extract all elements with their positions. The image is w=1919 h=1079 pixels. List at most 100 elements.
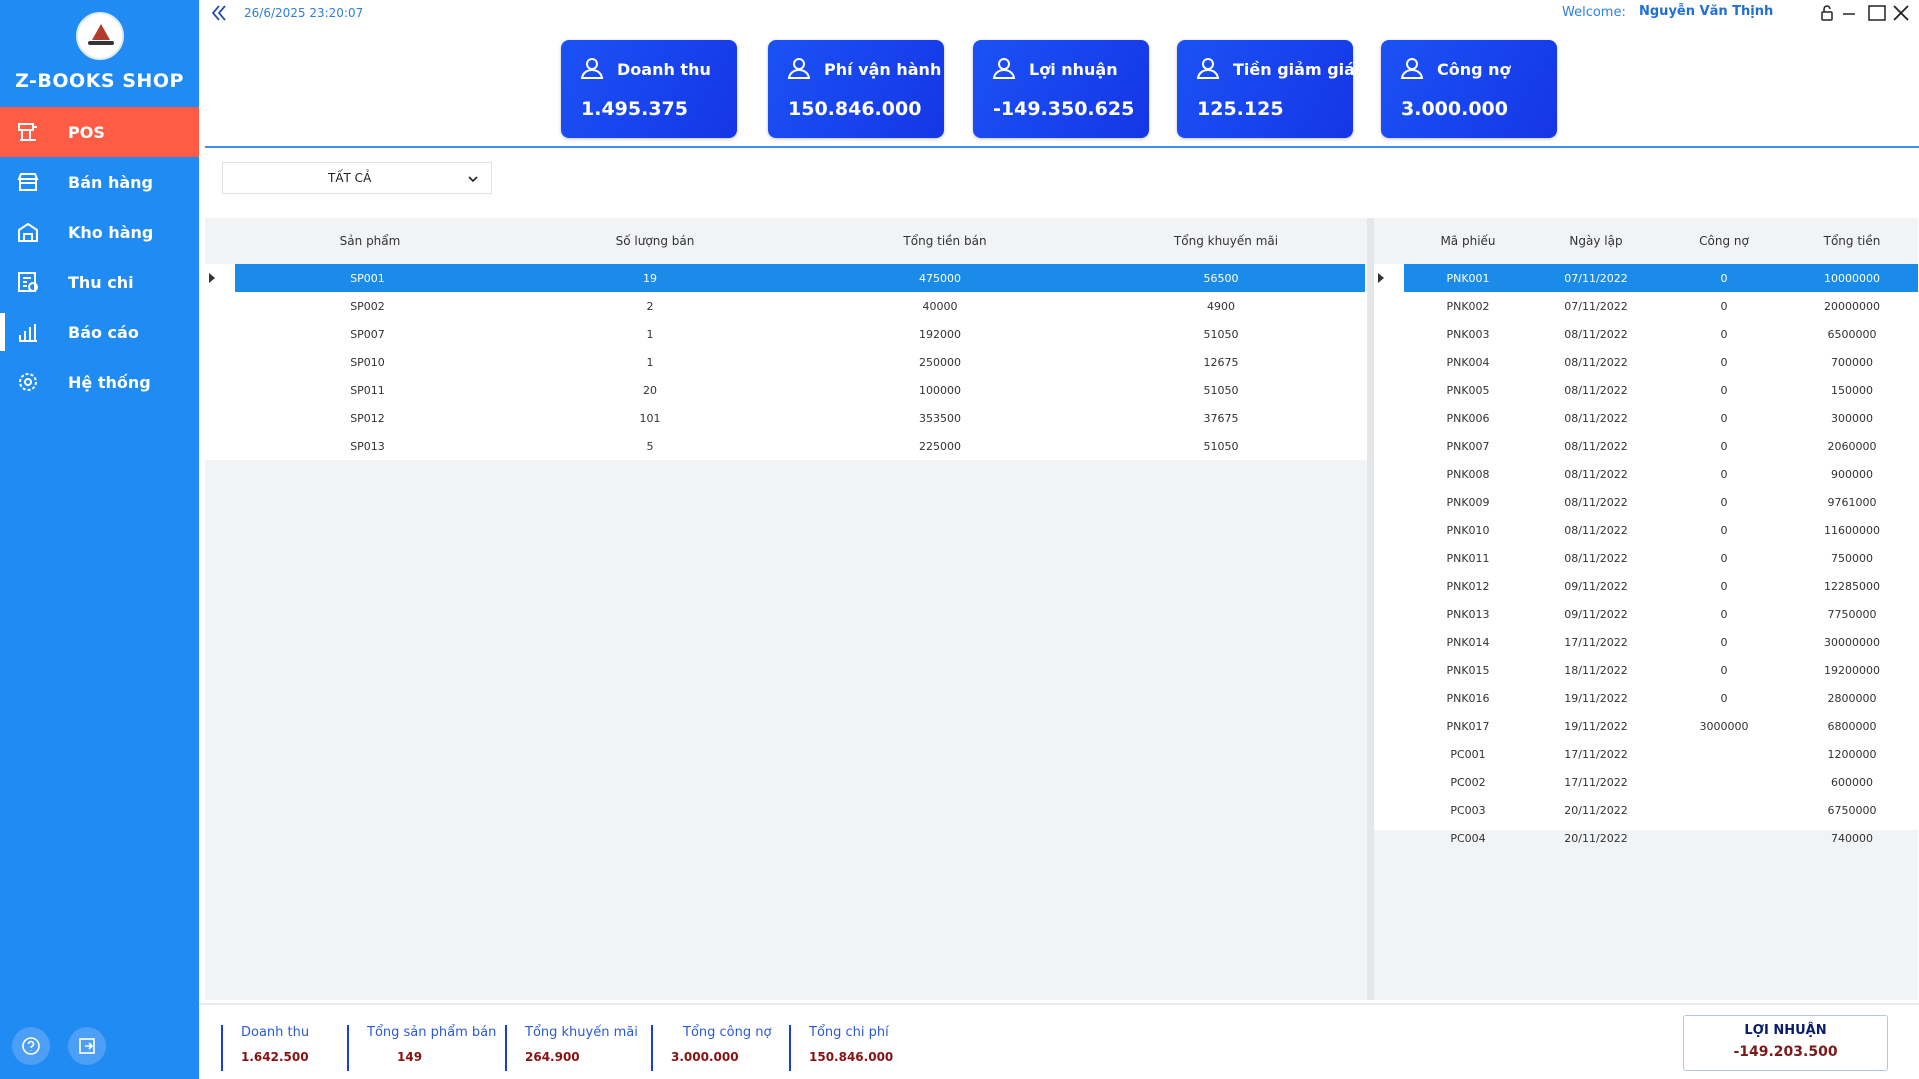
column-header[interactable]: Ngày lập: [1532, 234, 1660, 248]
store-icon: [16, 170, 40, 194]
user-icon: [1400, 58, 1424, 79]
table-row[interactable]: PNK014 17/11/2022 0 30000000: [1374, 628, 1918, 656]
table-cell: 12285000: [1824, 579, 1880, 593]
table-cell: 11600000: [1824, 523, 1880, 537]
summary-label: Tổng chi phí: [809, 1025, 889, 1040]
sidebar-item-ban-hang[interactable]: Bán hàng: [0, 157, 199, 207]
row-cells: PNK005 08/11/2022 0 150000: [1404, 376, 1918, 404]
chevron-down-icon: [468, 176, 478, 183]
column-header[interactable]: Mã phiếu: [1404, 234, 1532, 248]
row-cells: PNK010 08/11/2022 0 11600000: [1404, 516, 1918, 544]
column-header[interactable]: Số lượng bán: [505, 234, 805, 248]
table-row[interactable]: SP010 1 250000 12675: [205, 348, 1367, 376]
table-cell: SP007: [350, 327, 385, 341]
table-cell: 40000: [922, 299, 958, 313]
panel-splitter[interactable]: [1367, 218, 1374, 1000]
column-header[interactable]: Tổng tiền: [1788, 234, 1916, 248]
table-row[interactable]: PNK002 07/11/2022 0 20000000: [1374, 292, 1918, 320]
sidebar-item-he-thong[interactable]: Hệ thống: [0, 357, 199, 407]
minimize-button[interactable]: [1839, 3, 1861, 23]
summary-label: Doanh thu: [241, 1025, 310, 1040]
table-row[interactable]: PNK016 19/11/2022 0 2800000: [1374, 684, 1918, 712]
table-row[interactable]: PC002 17/11/2022 600000: [1374, 768, 1918, 796]
kpi-card-loi-nhuan: Lợi nhuận -149.350.625: [973, 40, 1149, 138]
table-row[interactable]: PNK008 08/11/2022 0 900000: [1374, 460, 1918, 488]
table-cell: 250000: [919, 355, 961, 369]
maximize-button[interactable]: [1867, 3, 1889, 23]
table-cell: 19200000: [1824, 663, 1880, 677]
table-row[interactable]: SP011 20 100000 51050: [205, 376, 1367, 404]
sidebar-item-bao-cao[interactable]: Báo cáo: [0, 307, 199, 357]
table-row[interactable]: PNK003 08/11/2022 0 6500000: [1374, 320, 1918, 348]
sidebar-item-label: Hệ thống: [68, 372, 151, 392]
table-row[interactable]: PC004 20/11/2022 740000: [1374, 824, 1918, 852]
row-cells: PNK007 08/11/2022 0 2060000: [1404, 432, 1918, 460]
table-header: Mã phiếu Ngày lập Công nợ Tổng tiền: [1374, 218, 1918, 264]
table-row[interactable]: PNK006 08/11/2022 0 300000: [1374, 404, 1918, 432]
column-header[interactable]: Tổng tiền bán: [805, 234, 1085, 248]
close-button[interactable]: [1891, 3, 1913, 23]
table-row[interactable]: PNK005 08/11/2022 0 150000: [1374, 376, 1918, 404]
column-header[interactable]: Sản phẩm: [235, 234, 505, 248]
profit-box: LỢI NHUẬN -149.203.500: [1683, 1015, 1888, 1071]
help-button[interactable]: [12, 1027, 50, 1065]
table-cell: 0: [1720, 271, 1728, 285]
row-cells: PNK012 09/11/2022 0 12285000: [1404, 572, 1918, 600]
logout-button[interactable]: [68, 1027, 106, 1065]
table-row[interactable]: PNK001 07/11/2022 0 10000000: [1374, 264, 1918, 292]
column-header[interactable]: Công nợ: [1660, 234, 1788, 248]
sidebar-item-kho-hang[interactable]: Kho hàng: [0, 207, 199, 257]
table-cell: 6500000: [1827, 327, 1877, 341]
table-cell: SP012: [350, 411, 385, 425]
table-row[interactable]: SP013 5 225000 51050: [205, 432, 1367, 460]
table-cell: 51050: [1203, 327, 1239, 341]
header-cells: Mã phiếu Ngày lập Công nợ Tổng tiền: [1404, 227, 1916, 255]
table-row[interactable]: PNK011 08/11/2022 0 750000: [1374, 544, 1918, 572]
table-cell: 08/11/2022: [1564, 551, 1628, 565]
table-row[interactable]: PNK007 08/11/2022 0 2060000: [1374, 432, 1918, 460]
table-row[interactable]: PNK009 08/11/2022 0 9761000: [1374, 488, 1918, 516]
back-button[interactable]: [209, 3, 229, 23]
kpi-card-phi-van-hanh: Phí vận hành 150.846.000: [768, 40, 944, 138]
sidebar-item-pos[interactable]: POS: [0, 107, 199, 157]
table-cell: 3000000: [1699, 719, 1749, 733]
table-cell: 353500: [919, 411, 961, 425]
table-row[interactable]: PC001 17/11/2022 1200000: [1374, 740, 1918, 768]
table-body: PNK001 07/11/2022 0 10000000 PNK002 07/11/202…: [1374, 264, 1918, 852]
table-cell: PNK001: [1446, 271, 1490, 285]
table-cell: 09/11/2022: [1564, 607, 1628, 621]
sidebar-bottom-actions: [12, 1027, 106, 1065]
table-body: SP001 19 475000 56500 SP002 2 40000 4900 SP007 1 1…: [205, 264, 1367, 460]
row-indicator-icon: [209, 273, 215, 283]
table-row[interactable]: PC003 20/11/2022 6750000: [1374, 796, 1918, 824]
table-row[interactable]: PNK017 19/11/2022 3000000 6800000: [1374, 712, 1918, 740]
table-row[interactable]: PNK013 09/11/2022 0 7750000: [1374, 600, 1918, 628]
table-row[interactable]: PNK004 08/11/2022 0 700000: [1374, 348, 1918, 376]
table-row[interactable]: SP002 2 40000 4900: [205, 292, 1367, 320]
table-cell: 07/11/2022: [1564, 299, 1628, 313]
kpi-card-cong-no: Công nợ 3.000.000: [1381, 40, 1557, 138]
table-cell: 6750000: [1827, 803, 1877, 817]
row-indicator-icon: [1378, 273, 1384, 283]
lock-button[interactable]: [1817, 3, 1839, 23]
table-cell: 0: [1720, 691, 1728, 705]
sidebar-item-label: Báo cáo: [68, 322, 139, 342]
table-row[interactable]: PNK012 09/11/2022 0 12285000: [1374, 572, 1918, 600]
summary-tong-cong-no: Tổng công nợ 3.000.000: [651, 1025, 771, 1071]
table-row[interactable]: SP007 1 192000 51050: [205, 320, 1367, 348]
sidebar-item-thu-chi[interactable]: Thu chi: [0, 257, 199, 307]
table-row[interactable]: SP001 19 475000 56500: [205, 264, 1367, 292]
table-cell: 7750000: [1827, 607, 1877, 621]
table-row[interactable]: SP012 101 353500 37675: [205, 404, 1367, 432]
table-cell: 20/11/2022: [1564, 803, 1628, 817]
table-cell: 150000: [1831, 383, 1873, 397]
table-row[interactable]: PNK015 18/11/2022 0 19200000: [1374, 656, 1918, 684]
filter-select[interactable]: TẤT CẢ: [222, 162, 492, 194]
double-chevron-left-icon: [211, 5, 226, 21]
row-cells: PNK017 19/11/2022 3000000 6800000: [1404, 712, 1918, 740]
table-cell: SP011: [350, 383, 385, 397]
row-cells: SP007 1 192000 51050: [235, 320, 1365, 348]
column-header[interactable]: Tổng khuyến mãi: [1085, 234, 1367, 248]
table-cell: 300000: [1831, 411, 1873, 425]
table-row[interactable]: PNK010 08/11/2022 0 11600000: [1374, 516, 1918, 544]
